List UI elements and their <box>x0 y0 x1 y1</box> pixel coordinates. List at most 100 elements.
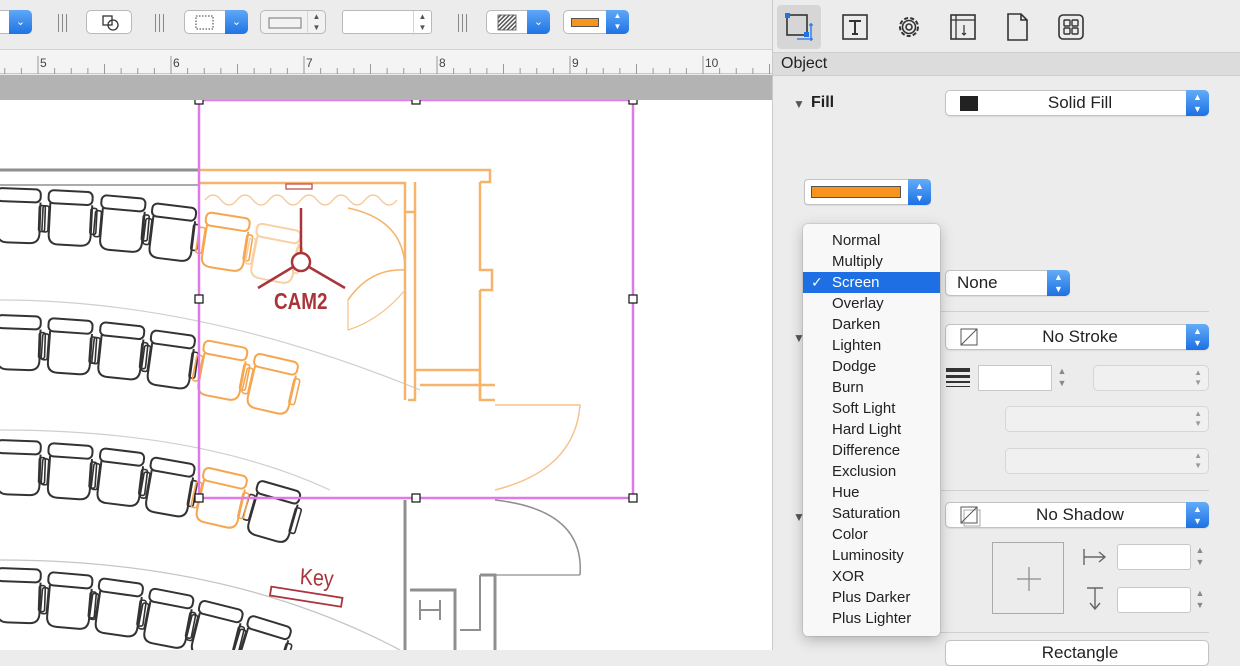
menu-item-label: Darken <box>832 316 881 333</box>
chevron-down-icon: ⌄ <box>9 10 32 34</box>
stroke-join-popup[interactable]: ▲ ▼ <box>1005 406 1209 432</box>
menu-item-normal[interactable]: Normal <box>803 230 940 251</box>
fill-type-popup[interactable]: Solid Fill ▲ ▼ <box>945 90 1209 116</box>
tab-properties[interactable] <box>887 5 931 49</box>
dotted-rect-icon <box>195 15 214 30</box>
ruler-label-9: 9 <box>572 56 579 70</box>
shadow-y-stepper[interactable]: ▲ ▼ <box>1193 587 1207 613</box>
menu-item-color[interactable]: Color <box>803 524 940 545</box>
horizontal-offset-icon <box>1083 549 1107 565</box>
stroke-cap-popup[interactable]: ▲ ▼ <box>1093 365 1209 391</box>
ruler-label-7: 7 <box>306 56 313 70</box>
menu-item-label: XOR <box>832 568 865 585</box>
chevron-updown-icon: ▲ ▼ <box>1194 409 1202 428</box>
plus-icon <box>1017 567 1041 591</box>
menu-item-soft-light[interactable]: Soft Light <box>803 398 940 419</box>
shape-type-popup[interactable]: Rectangle <box>945 640 1209 666</box>
menu-item-screen[interactable]: ✓ Screen <box>803 272 940 293</box>
arrange-button[interactable] <box>86 10 132 34</box>
menu-item-label: Overlay <box>832 295 884 312</box>
fill-color-swatch <box>811 186 901 198</box>
chevron-updown-icon: ▲ ▼ <box>1047 270 1070 296</box>
chevron-updown-icon: ▲ ▼ <box>1186 324 1209 350</box>
stroke-width-stepper[interactable]: ▲ ▼ <box>1055 365 1069 391</box>
shadow-x-offset-field[interactable] <box>1117 544 1191 570</box>
horizontal-ruler: 5 6 7 8 9 10 <box>0 50 772 74</box>
menu-item-label: Dodge <box>832 358 877 375</box>
tab-document[interactable] <box>995 5 1039 49</box>
section-divider <box>941 311 1209 312</box>
stroke-style-popup[interactable]: ⌄ <box>184 10 248 34</box>
toolbar: ⌄ ⌄ ▲ ▼ ▲ ▼ ⌄ ▲ ▼ <box>0 0 772 50</box>
drawing-canvas[interactable]: CAM2 Key <box>0 100 772 650</box>
ruler-label-5: 5 <box>40 56 47 70</box>
chevron-updown-icon: ▲ ▼ <box>1186 90 1209 116</box>
stroke-pattern-popup[interactable]: ▲ ▼ <box>1005 448 1209 474</box>
menu-item-plus-darker[interactable]: Plus Darker <box>803 587 940 608</box>
toolbar-grip-icon <box>58 14 70 32</box>
menu-item-label: Lighten <box>832 337 882 354</box>
blend-mode-menu[interactable]: Normal Multiply ✓ Screen Overlay Darken L… <box>803 224 940 636</box>
key-label: Key <box>299 563 335 592</box>
menu-item-luminosity[interactable]: Luminosity <box>803 545 940 566</box>
menu-item-lighten[interactable]: Lighten <box>803 335 940 356</box>
menu-item-hard-light[interactable]: Hard Light <box>803 419 940 440</box>
menu-item-saturation[interactable]: Saturation <box>803 503 940 524</box>
chevron-updown-icon: ▲ ▼ <box>908 179 931 205</box>
tab-canvas-size[interactable] <box>941 5 985 49</box>
menu-item-dodge[interactable]: Dodge <box>803 356 940 377</box>
hatch-pattern-icon <box>497 14 517 31</box>
ruler-label-10: 10 <box>705 56 719 70</box>
stroke-width-stepper[interactable]: ▲ ▼ <box>307 11 325 35</box>
gear-icon <box>899 17 919 37</box>
shadow-x-stepper[interactable]: ▲ ▼ <box>1193 544 1207 570</box>
menu-item-exclusion[interactable]: Exclusion <box>803 461 940 482</box>
menu-item-plus-lighter[interactable]: Plus Lighter <box>803 608 940 629</box>
menu-item-label: Hard Light <box>832 421 902 438</box>
object-select-icon <box>785 13 813 41</box>
fill-pattern-popup[interactable]: ⌄ <box>486 10 550 34</box>
shadow-y-offset-field[interactable] <box>1117 587 1191 613</box>
menu-item-label: Multiply <box>832 253 883 270</box>
blend-secondary-popup[interactable]: None ▲ ▼ <box>945 270 1070 296</box>
opacity-stepper[interactable]: ▲ ▼ <box>413 11 431 35</box>
toolbar-grip-icon <box>155 14 167 32</box>
menu-item-label: Luminosity <box>832 547 904 564</box>
menu-item-label: Plus Lighter <box>832 610 912 627</box>
menu-item-label: Plus Darker <box>832 589 911 606</box>
tab-object-geometry[interactable] <box>777 5 821 49</box>
stroke-width-field[interactable] <box>978 365 1052 391</box>
chevron-updown-icon: ▲ ▼ <box>606 10 629 34</box>
stroke-type-value: No Stroke <box>1042 327 1118 346</box>
shapes-overlap-icon <box>102 15 119 31</box>
inspector-section-header: Object <box>773 52 1240 76</box>
menu-item-xor[interactable]: XOR <box>803 566 940 587</box>
section-divider <box>941 490 1209 491</box>
toolbar-grip-icon <box>458 14 470 32</box>
tab-text[interactable] <box>833 5 877 49</box>
menu-item-overlay[interactable]: Overlay <box>803 293 940 314</box>
disclosure-triangle-icon[interactable]: ▼ <box>793 97 805 111</box>
tab-layout-grid[interactable] <box>1049 5 1093 49</box>
ruler-label-8: 8 <box>439 56 446 70</box>
fill-color-well[interactable]: ▲ ▼ <box>804 179 931 205</box>
menu-item-darken[interactable]: Darken <box>803 314 940 335</box>
shadow-type-popup[interactable]: No Shadow ▲ ▼ <box>945 502 1209 528</box>
chevron-updown-icon: ▲ ▼ <box>1186 502 1209 528</box>
opacity-field[interactable]: ▲ ▼ <box>342 10 432 35</box>
stroke-type-popup[interactable]: No Stroke ▲ ▼ <box>945 324 1209 350</box>
menu-item-label: Screen <box>832 274 880 291</box>
line-thickness-icon <box>268 17 302 29</box>
menu-item-difference[interactable]: Difference <box>803 440 940 461</box>
menu-item-multiply[interactable]: Multiply <box>803 251 940 272</box>
camera-label: CAM2 <box>274 288 328 314</box>
menu-item-burn[interactable]: Burn <box>803 377 940 398</box>
chevron-updown-icon: ▲ ▼ <box>1194 451 1202 470</box>
text-tool-icon <box>842 14 868 40</box>
style-popup-button[interactable]: ⌄ <box>0 10 32 34</box>
stroke-width-control[interactable]: ▲ ▼ <box>260 10 326 35</box>
shadow-offset-well[interactable] <box>992 542 1064 614</box>
menu-item-label: Saturation <box>832 505 901 522</box>
fill-color-popup[interactable]: ▲ ▼ <box>563 10 629 34</box>
menu-item-hue[interactable]: Hue <box>803 482 940 503</box>
